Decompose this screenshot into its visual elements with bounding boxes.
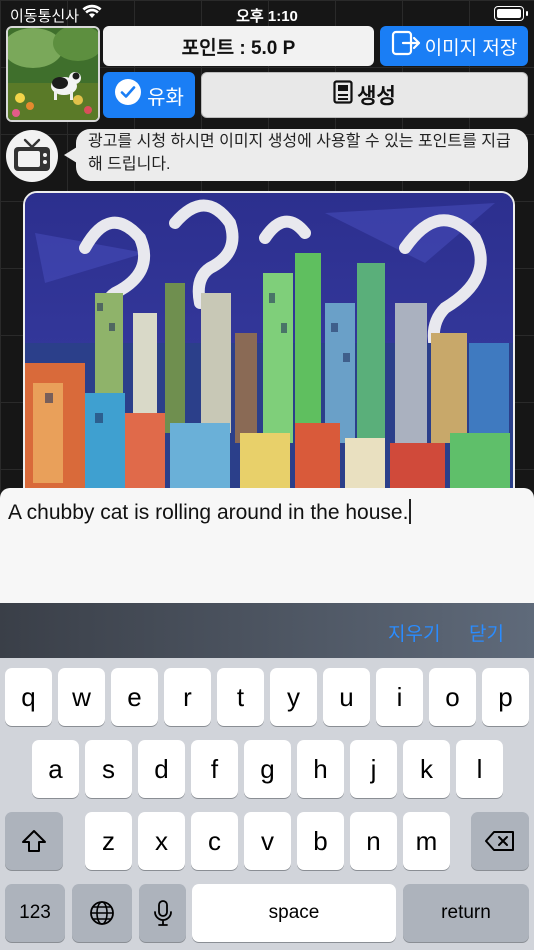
key-c[interactable]: c xyxy=(191,812,238,870)
ad-notice-bubble[interactable]: 광고를 시청 하시면 이미지 생성에 사용할 수 있는 포인트를 지급해 드립니… xyxy=(64,129,528,181)
prompt-text: A chubby cat is rolling around in the ho… xyxy=(8,501,409,524)
oil-painting-label: 유화 xyxy=(147,86,184,109)
prompt-text-field[interactable]: A chubby cat is rolling around in the ho… xyxy=(8,499,412,525)
generate-label: 생성 xyxy=(357,85,396,108)
key-u[interactable]: u xyxy=(323,668,370,726)
ad-notice-text: 광고를 시청 하시면 이미지 생성에 사용할 수 있는 포인트를 지급해 드립니… xyxy=(88,133,511,173)
key-e[interactable]: e xyxy=(111,668,158,726)
numbers-key[interactable]: 123 xyxy=(5,884,65,942)
key-d[interactable]: d xyxy=(138,740,185,798)
key-x[interactable]: x xyxy=(138,812,185,870)
cityscape-question-marks-art xyxy=(25,193,513,503)
tv-icon[interactable] xyxy=(6,130,58,182)
key-j[interactable]: j xyxy=(350,740,397,798)
document-icon xyxy=(333,80,353,110)
key-g[interactable]: g xyxy=(244,740,291,798)
keyboard: q w e r t y u i o p a s d f g h j k l z … xyxy=(0,658,534,950)
key-o[interactable]: o xyxy=(429,668,476,726)
globe-icon xyxy=(90,901,114,925)
return-key[interactable]: return xyxy=(403,884,529,942)
save-image-button[interactable]: 이미지 저장 xyxy=(380,26,528,66)
key-t[interactable]: t xyxy=(217,668,264,726)
clear-button[interactable]: 지우기 xyxy=(388,619,440,646)
oil-painting-toggle[interactable]: 유화 xyxy=(103,72,195,118)
key-h[interactable]: h xyxy=(297,740,344,798)
key-l[interactable]: l xyxy=(456,740,503,798)
microphone-icon xyxy=(153,900,172,926)
key-i[interactable]: i xyxy=(376,668,423,726)
key-w[interactable]: w xyxy=(58,668,105,726)
backspace-key[interactable] xyxy=(471,812,529,870)
key-v[interactable]: v xyxy=(244,812,291,870)
dictation-key[interactable] xyxy=(139,884,186,942)
battery-icon xyxy=(494,6,528,21)
key-r[interactable]: r xyxy=(164,668,211,726)
keyboard-toolbar: 지우기 닫기 xyxy=(0,603,534,658)
cat-garden-thumbnail-art xyxy=(8,28,98,120)
save-image-label: 이미지 저장 xyxy=(424,37,518,59)
shift-key[interactable] xyxy=(5,812,63,870)
key-p[interactable]: p xyxy=(482,668,529,726)
clock-time: 오후 1:10 xyxy=(236,8,298,25)
key-q[interactable]: q xyxy=(5,668,52,726)
generated-image xyxy=(23,191,515,505)
key-f[interactable]: f xyxy=(191,740,238,798)
text-caret xyxy=(409,499,412,524)
prompt-editor[interactable]: A chubby cat is rolling around in the ho… xyxy=(0,488,534,603)
checkmark-circle-icon xyxy=(114,78,142,112)
key-s[interactable]: s xyxy=(85,740,132,798)
keyboard-area: 지우기 닫기 q w e r t y u i o p a s d f g h j… xyxy=(0,603,534,950)
key-m[interactable]: m xyxy=(403,812,450,870)
shift-icon xyxy=(22,830,46,852)
status-bar: 이동통신사 오후 1:10 xyxy=(0,0,534,28)
globe-key[interactable] xyxy=(72,884,132,942)
space-key[interactable]: space xyxy=(192,884,396,942)
key-a[interactable]: a xyxy=(32,740,79,798)
backspace-icon xyxy=(485,831,514,851)
points-display: 포인트 : 5.0 P xyxy=(103,26,374,66)
generate-button[interactable]: 생성 xyxy=(201,72,528,118)
export-icon xyxy=(391,30,421,62)
key-y[interactable]: y xyxy=(270,668,317,726)
key-z[interactable]: z xyxy=(85,812,132,870)
key-b[interactable]: b xyxy=(297,812,344,870)
key-n[interactable]: n xyxy=(350,812,397,870)
key-k[interactable]: k xyxy=(403,740,450,798)
close-keyboard-button[interactable]: 닫기 xyxy=(469,619,504,646)
image-thumbnail[interactable] xyxy=(6,26,100,122)
